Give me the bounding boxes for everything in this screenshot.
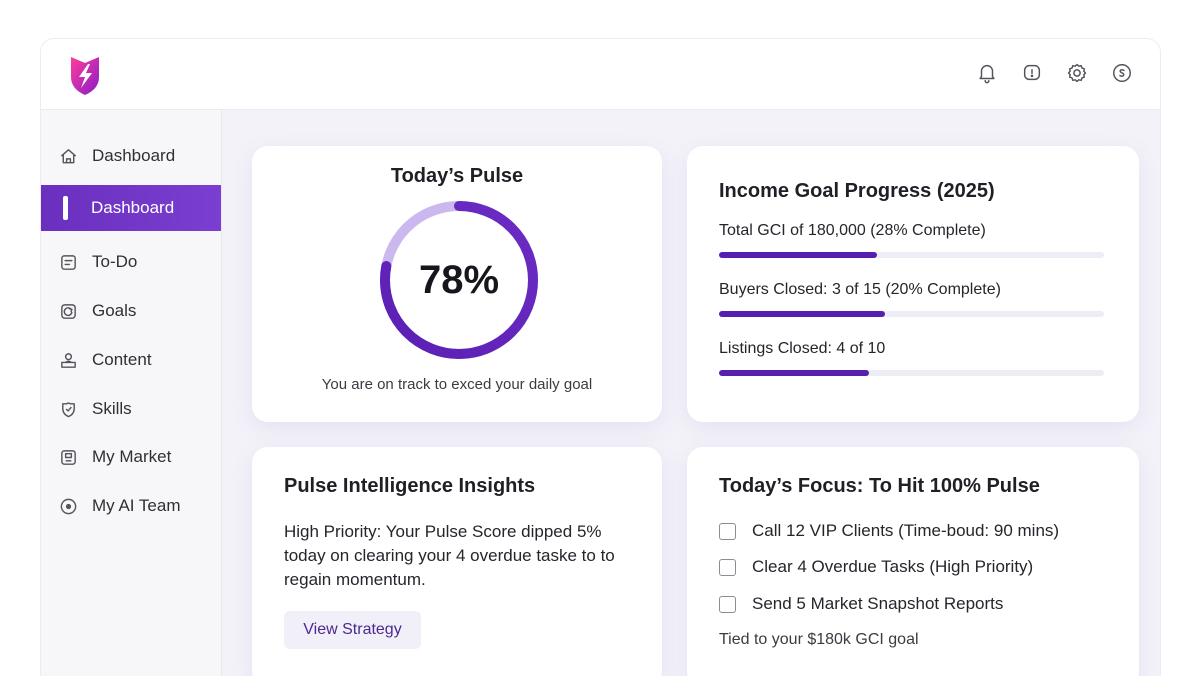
coin-icon[interactable]	[1110, 61, 1134, 85]
home-icon	[57, 145, 79, 167]
sidebar-item-label: Skills	[92, 399, 132, 418]
insights-card: Pulse Intelligence Insights High Priorit…	[252, 447, 662, 676]
sidebar-item-label: My Market	[92, 447, 172, 466]
market-icon	[57, 446, 79, 468]
goal-label: Listings Closed: 4 of 10	[719, 340, 1104, 358]
goal-progress-track	[719, 311, 1104, 317]
focus-task[interactable]: Send 5 Market Snapshot Reports	[719, 594, 1003, 614]
list-icon	[57, 251, 79, 273]
goal-label: Buyers Closed: 3 of 15 (20% Complete)	[719, 281, 1104, 299]
sidebar-item-content[interactable]: Content	[41, 337, 221, 383]
sidebar-item-skills[interactable]: Skills	[41, 386, 221, 432]
goal-progress-track	[719, 252, 1104, 258]
ai-team-icon	[57, 495, 79, 517]
goal-row-buyers: Buyers Closed: 3 of 15 (20% Complete)	[719, 281, 1104, 317]
goal-label-main: Buyers Closed	[719, 281, 824, 298]
pulse-card: Today’s Pulse 78% You are on track to ex…	[252, 146, 662, 422]
task-checkbox[interactable]	[719, 522, 736, 540]
focus-task[interactable]: Call 12 VIP Clients (Time-boud: 90 mins)	[719, 521, 1059, 541]
insights-body: High Priority: Your Pulse Score dipped 5…	[284, 522, 615, 589]
pulse-value: 78%	[418, 257, 500, 302]
view-strategy-button[interactable]: View Strategy	[284, 611, 421, 649]
sidebar-item-my-ai-team[interactable]: My AI Team	[41, 483, 221, 529]
focus-task-label: Clear 4 Overdue Tasks (High Priority)	[752, 557, 1034, 576]
goal-icon	[57, 300, 79, 322]
goal-row-gci: Total GCI of 180,000 (28% Complete)	[719, 222, 1104, 258]
sidebar-item-label: Goals	[92, 301, 137, 320]
alert-icon[interactable]	[1020, 61, 1044, 85]
sidebar-item-dashboard[interactable]: Dashboard	[41, 133, 221, 179]
goal-label-main: Total GCI of 180,000	[719, 222, 866, 239]
sidebar-item-label: Dashboard	[91, 198, 175, 217]
sidebar-item-label: Dashboard	[92, 146, 176, 165]
sidebar-item-todo[interactable]: To-Do	[41, 239, 221, 285]
sidebar: Dashboard Dashboard To-Do Goals Content …	[41, 110, 222, 676]
income-goal-card: Income Goal Progress (2025) Total GCI of…	[687, 146, 1139, 422]
focus-title: Today’s Focus: To Hit 100% Pulse	[719, 475, 1040, 497]
gear-icon[interactable]	[1065, 61, 1089, 85]
sidebar-item-label: Content	[92, 350, 152, 369]
pulse-caption: You are on track to exced your daily goa…	[321, 376, 593, 393]
focus-card: Today’s Focus: To Hit 100% Pulse Call 12…	[687, 447, 1139, 676]
goal-label-detail: : 4 of 10	[827, 340, 886, 357]
skills-icon	[57, 398, 79, 420]
pulse-title: Today’s Pulse	[390, 165, 524, 187]
task-checkbox[interactable]	[719, 595, 736, 613]
goal-progress-fill	[719, 252, 877, 258]
sidebar-item-label: To-Do	[92, 252, 138, 271]
top-bar	[41, 39, 1160, 110]
goal-label: Total GCI of 180,000 (28% Complete)	[719, 222, 1104, 240]
focus-task[interactable]: Clear 4 Overdue Tasks (High Priority)	[719, 557, 1033, 577]
content-icon	[57, 349, 79, 371]
sidebar-item-goals[interactable]: Goals	[41, 288, 221, 334]
goal-progress-fill	[719, 370, 870, 376]
goal-progress-track	[719, 370, 1104, 376]
focus-note: Tied to your $180k GCI goal	[719, 631, 919, 648]
app-window: Dashboard Dashboard To-Do Goals Content …	[40, 38, 1161, 676]
active-indicator	[63, 196, 68, 220]
sidebar-item-label: My AI Team	[92, 496, 181, 515]
brand-logo[interactable]	[65, 53, 105, 97]
bell-icon[interactable]	[975, 61, 999, 85]
goal-progress-fill	[719, 311, 885, 317]
goal-label-detail: (28% Complete)	[865, 222, 986, 239]
sidebar-item-dashboard-active[interactable]: Dashboard	[41, 185, 221, 231]
goal-row-listings: Listings Closed: 4 of 10	[719, 340, 1104, 376]
task-checkbox[interactable]	[719, 558, 736, 576]
focus-task-label: Call 12 VIP Clients (Time-boud: 90 mins)	[752, 521, 1060, 540]
focus-task-label: Send 5 Market Snapshot Reports	[752, 594, 1004, 613]
income-goal-title: Income Goal Progress (2025)	[719, 180, 995, 202]
insights-title: Pulse Intelligence Insights	[284, 475, 536, 497]
goal-label-detail: : 3 of 15 (20% Complete)	[823, 281, 1001, 298]
sidebar-item-my-market[interactable]: My Market	[41, 434, 221, 480]
goal-label-main: Listings Closed	[719, 340, 828, 357]
